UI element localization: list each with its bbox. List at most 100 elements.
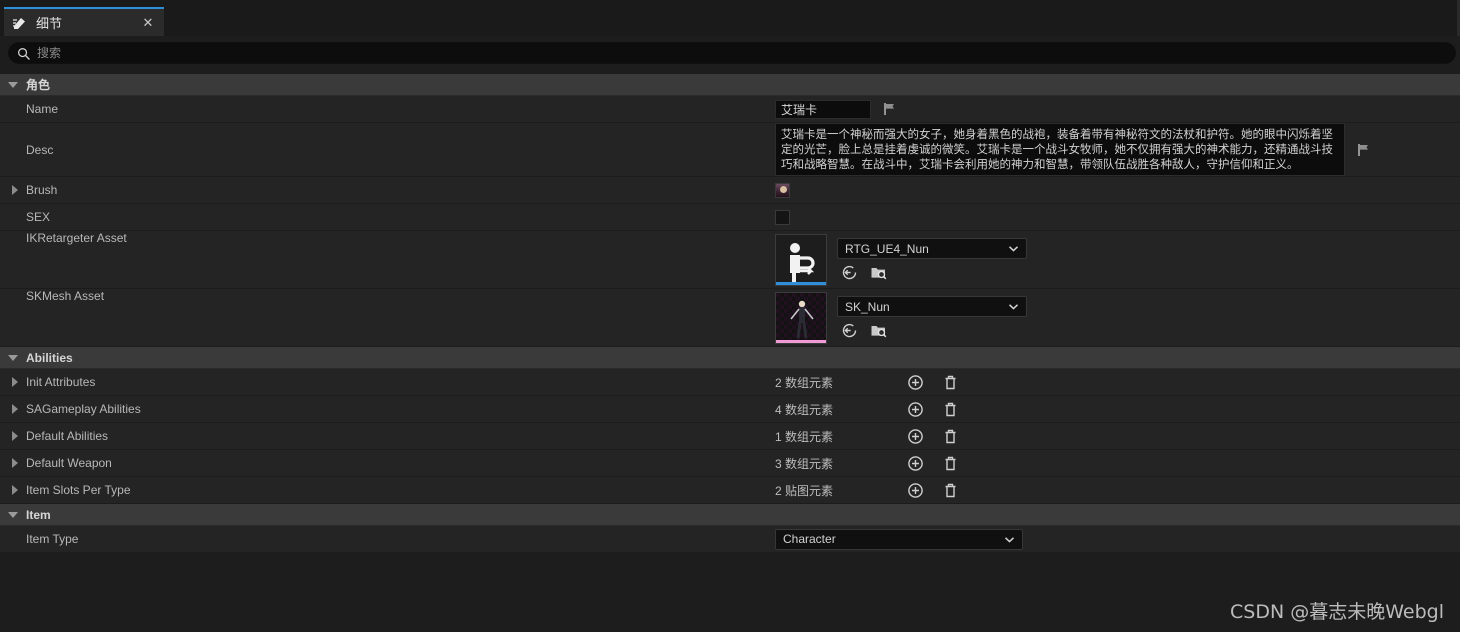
asset-action-icons — [837, 264, 1027, 281]
array-count: 2 数组元素 — [775, 375, 834, 390]
property-row-init-attributes: Init Attributes 2 数组元素 — [0, 369, 1460, 396]
expander-arrow[interactable] — [8, 185, 22, 195]
row-label: Default Abilities — [0, 429, 765, 443]
section-title: 角色 — [26, 78, 51, 92]
chevron-down-icon — [1008, 243, 1019, 254]
row-label: Default Weapon — [0, 456, 765, 470]
tab-details[interactable]: 细节 ✕ — [4, 7, 164, 36]
chevron-right-icon — [12, 185, 18, 195]
array-count: 1 数组元素 — [775, 429, 834, 444]
delete-elements-icon[interactable] — [942, 401, 959, 418]
row-label: Item Type — [0, 532, 765, 546]
property-row-default-abilities: Default Abilities 1 数组元素 — [0, 423, 1460, 450]
add-element-icon[interactable] — [907, 374, 924, 391]
property-label: Item Type — [26, 532, 79, 546]
name-input[interactable]: 艾瑞卡 — [775, 99, 871, 119]
row-label: Brush — [0, 183, 765, 197]
item-type-value: Character — [783, 532, 836, 546]
delete-elements-icon[interactable] — [942, 374, 959, 391]
property-label: IKRetargeter Asset — [26, 231, 127, 245]
array-count: 3 数组元素 — [775, 456, 834, 471]
expander-arrow[interactable] — [8, 404, 22, 414]
property-row-brush: Brush — [0, 177, 1460, 204]
property-label: Name — [26, 102, 59, 116]
property-label: Default Abilities — [26, 429, 109, 443]
add-element-icon[interactable] — [907, 401, 924, 418]
expander-arrow[interactable] — [8, 485, 22, 495]
ikretargeter-asset-picker[interactable]: RTG_UE4_Nun — [837, 238, 1027, 259]
row-label: SKMesh Asset — [0, 289, 765, 303]
add-element-icon[interactable] — [907, 482, 924, 499]
expander-arrow[interactable] — [8, 431, 22, 441]
property-row-name: Name 艾瑞卡 — [0, 96, 1460, 123]
property-row-sagameplay-abilities: SAGameplay Abilities 4 数组元素 — [0, 396, 1460, 423]
asset-controls: SK_Nun — [837, 296, 1027, 339]
property-label: SKMesh Asset — [26, 289, 105, 303]
search-input[interactable] — [37, 46, 1447, 60]
section-header-item[interactable]: Item — [0, 504, 1460, 526]
property-label: Desc — [26, 142, 54, 157]
property-label: Default Weapon — [26, 456, 112, 470]
tab-bar: 细节 ✕ — [0, 0, 1460, 36]
chevron-down-icon — [1004, 534, 1015, 545]
details-pen-icon — [12, 15, 28, 31]
row-value: 3 数组元素 — [765, 455, 1460, 472]
browse-to-asset-icon[interactable] — [870, 322, 887, 339]
tab-label: 细节 — [36, 16, 63, 31]
array-count: 4 数组元素 — [775, 402, 834, 417]
chevron-right-icon — [12, 458, 18, 468]
chevron-down-icon — [8, 354, 18, 361]
brush-thumbnail[interactable] — [775, 182, 790, 198]
ik-retargeter-thumbnail[interactable] — [775, 233, 827, 286]
chevron-right-icon — [12, 485, 18, 495]
delete-elements-icon[interactable] — [942, 455, 959, 472]
close-icon[interactable]: ✕ — [140, 15, 156, 31]
property-row-sex: SEX — [0, 204, 1460, 231]
asset-action-icons — [837, 322, 1027, 339]
asset-name: SK_Nun — [845, 299, 890, 314]
row-value: SK_Nun — [765, 289, 1460, 346]
sex-value-swatch[interactable] — [775, 209, 790, 225]
delete-elements-icon[interactable] — [942, 482, 959, 499]
row-value: 2 贴图元素 — [765, 482, 1460, 499]
row-label: Desc — [0, 143, 765, 157]
chevron-right-icon — [12, 431, 18, 441]
use-selected-asset-icon[interactable] — [841, 264, 858, 281]
property-label: Init Attributes — [26, 375, 96, 389]
watermark: CSDN @暮志未晚Webgl — [1230, 601, 1444, 623]
search-icon — [17, 47, 30, 60]
skmesh-asset-picker[interactable]: SK_Nun — [837, 296, 1027, 317]
row-value: Character — [765, 528, 1460, 550]
chevron-right-icon — [12, 377, 18, 387]
add-element-icon[interactable] — [907, 455, 924, 472]
property-row-default-weapon: Default Weapon 3 数组元素 — [0, 450, 1460, 477]
section-header-character[interactable]: 角色 — [0, 74, 1460, 96]
array-buttons — [907, 428, 959, 445]
property-label: SAGameplay Abilities — [26, 402, 141, 416]
row-value: 艾瑞卡是一个神秘而强大的女子，她身着黑色的战袍，装备着带有神秘符文的法杖和护符。… — [765, 123, 1460, 176]
skeletal-mesh-thumbnail[interactable] — [775, 291, 827, 344]
row-value: RTG_UE4_Nun — [765, 231, 1460, 288]
property-row-item-slots-per-type: Item Slots Per Type 2 贴图元素 — [0, 477, 1460, 504]
desc-textarea[interactable]: 艾瑞卡是一个神秘而强大的女子，她身着黑色的战袍，装备着带有神秘符文的法杖和护符。… — [775, 123, 1345, 176]
row-value: 艾瑞卡 — [765, 99, 1460, 119]
flag-icon[interactable] — [1357, 143, 1371, 157]
search-bar[interactable] — [8, 42, 1456, 64]
expander-arrow[interactable] — [8, 377, 22, 387]
chevron-down-icon — [8, 81, 18, 88]
add-element-icon[interactable] — [907, 428, 924, 445]
row-label: Init Attributes — [0, 375, 765, 389]
section-header-abilities[interactable]: Abilities — [0, 347, 1460, 369]
flag-icon[interactable] — [883, 102, 897, 116]
browse-to-asset-icon[interactable] — [870, 264, 887, 281]
details-panel: 细节 ✕ 角色 Name 艾瑞卡 — [0, 0, 1460, 632]
use-selected-asset-icon[interactable] — [841, 322, 858, 339]
row-value: 1 数组元素 — [765, 428, 1460, 445]
asset-name: RTG_UE4_Nun — [845, 241, 929, 256]
delete-elements-icon[interactable] — [942, 428, 959, 445]
array-buttons — [907, 401, 959, 418]
expander-arrow[interactable] — [8, 458, 22, 468]
item-type-select[interactable]: Character — [775, 528, 1023, 550]
property-row-item-type: Item Type Character — [0, 526, 1460, 553]
chevron-down-icon — [1008, 301, 1019, 312]
